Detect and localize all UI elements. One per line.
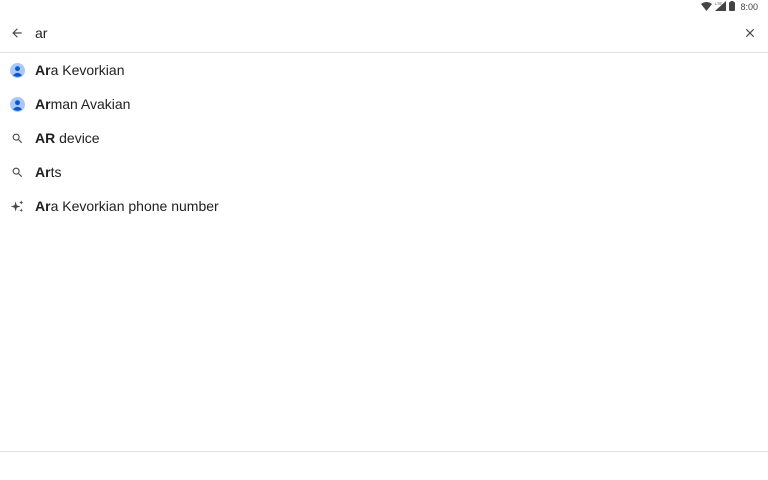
suggestion-label: Arman Avakian [35,96,131,112]
network-type-label: LTE [715,1,722,6]
suggestion-contact-ara-kevorkian[interactable]: Ara Kevorkian [0,53,768,87]
suggestion-label: Arts [35,164,62,180]
contact-avatar-icon [9,62,25,78]
clear-button[interactable] [741,24,759,42]
close-icon [745,28,755,38]
search-icon [9,130,25,146]
suggestion-list: Ara Kevorkian Arman Avakian AR device Ar… [0,53,768,223]
bottom-divider [0,451,768,452]
status-bar: LTE 8:00 [0,0,768,14]
status-time: 8:00 [740,2,758,12]
status-icons: LTE 8:00 [701,1,758,13]
suggestion-query-ar-device[interactable]: AR device [0,121,768,155]
sparkle-icon [9,198,25,214]
suggestion-contact-arman-avakian[interactable]: Arman Avakian [0,87,768,121]
search-input[interactable] [35,22,715,44]
suggestion-query-arts[interactable]: Arts [0,155,768,189]
back-button[interactable] [8,24,26,42]
arrow-left-icon [12,28,22,38]
suggestion-label: AR device [35,130,100,146]
suggestion-ai-ara-kevorkian-phone-number[interactable]: Ara Kevorkian phone number [0,189,768,223]
suggestion-label: Ara Kevorkian [35,62,125,78]
suggestion-label: Ara Kevorkian phone number [35,198,219,214]
contact-avatar-icon [9,96,25,112]
search-icon [9,164,25,180]
search-bar [0,14,768,53]
